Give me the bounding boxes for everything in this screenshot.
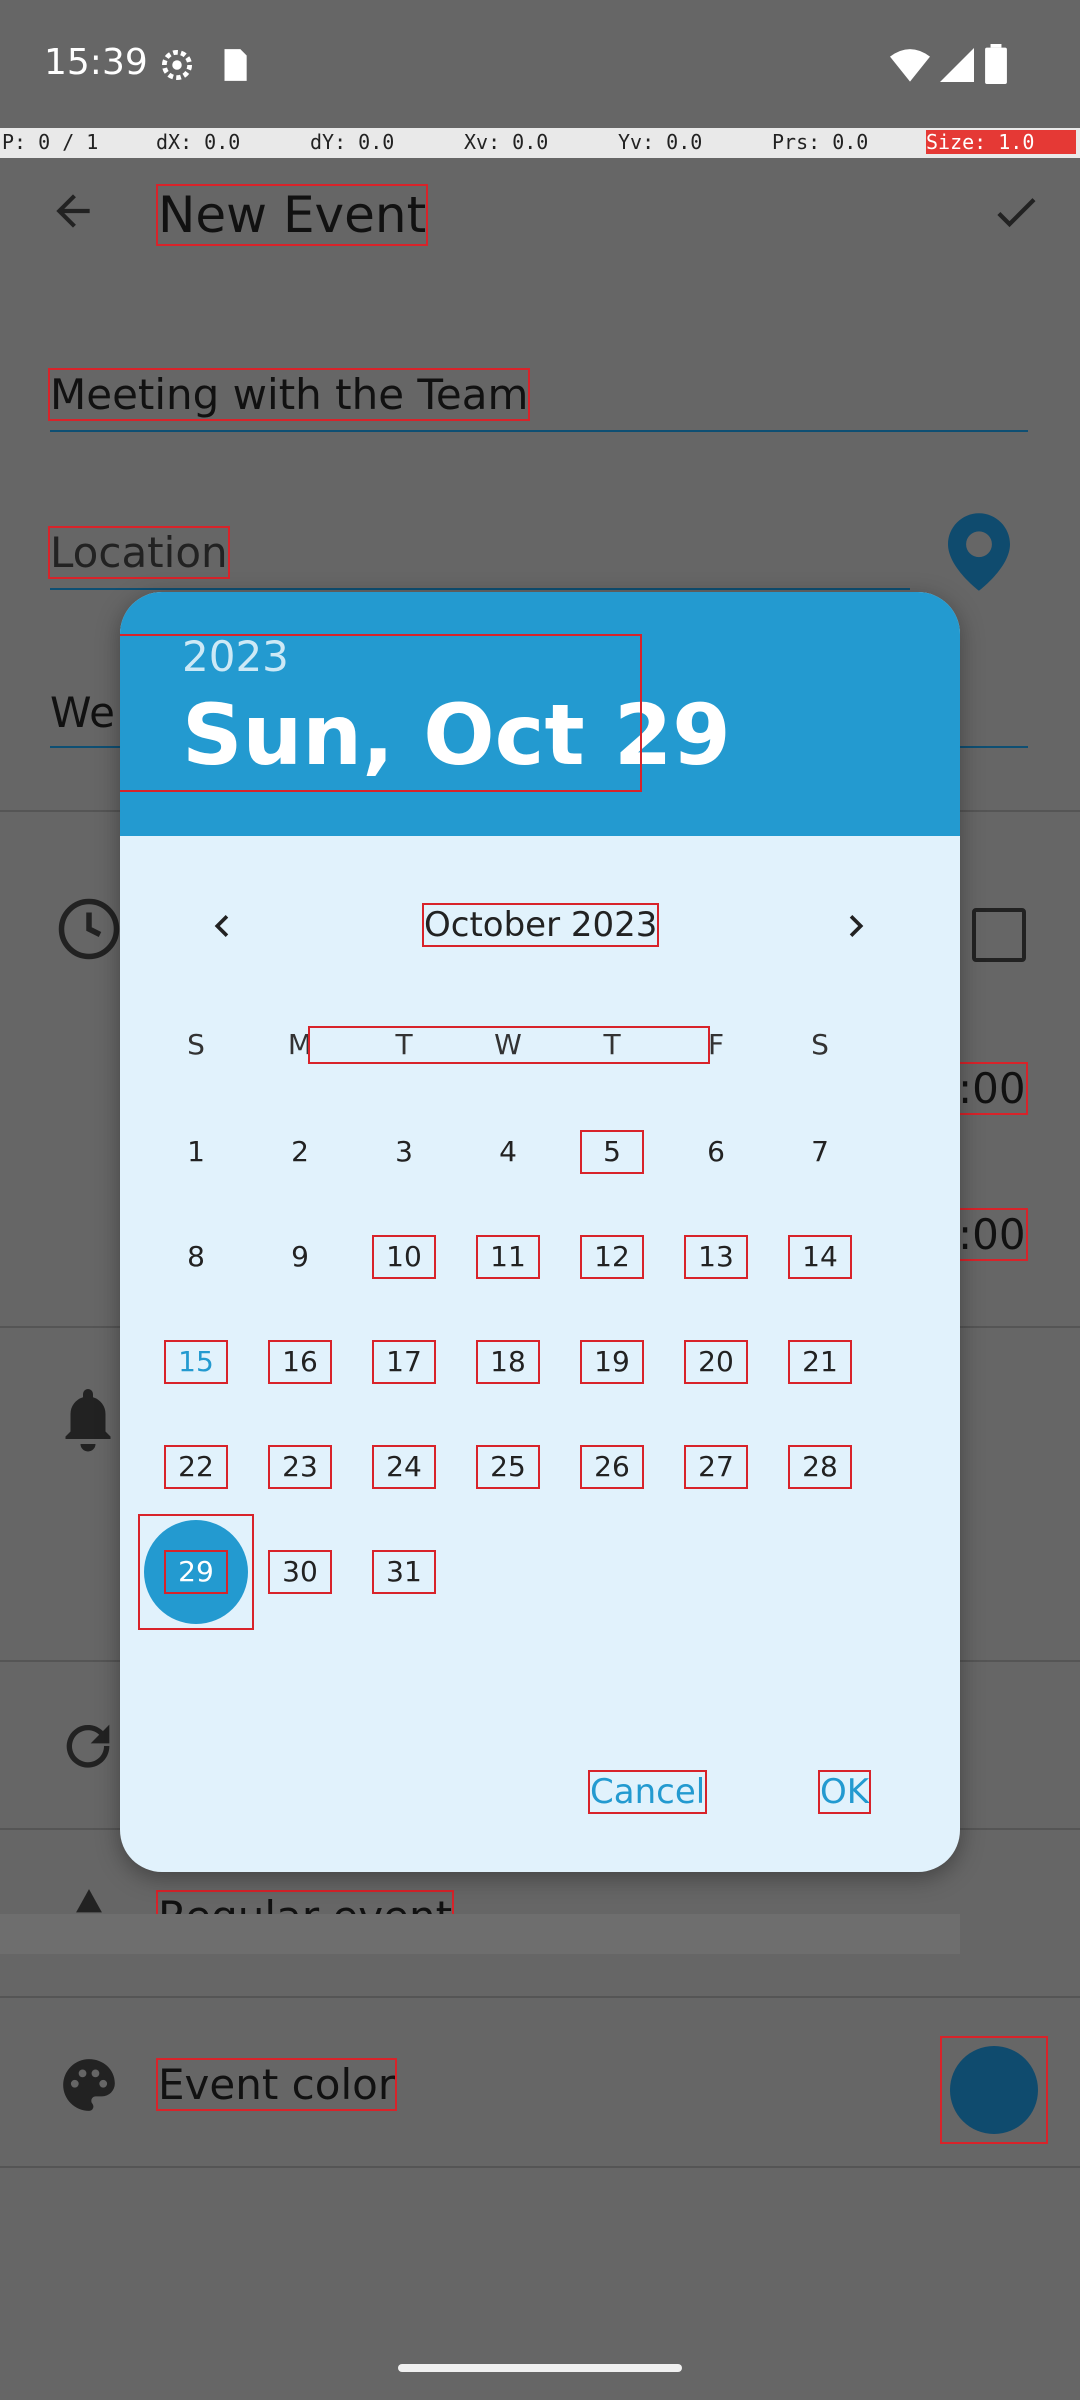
calendar-day-8[interactable]: 8 xyxy=(166,1237,226,1277)
chevron-right-icon xyxy=(849,915,864,937)
month-label: October 2023 xyxy=(421,903,660,947)
repeat-icon xyxy=(56,1714,120,1782)
next-month-button[interactable] xyxy=(834,904,878,948)
calendar-day-11[interactable]: 11 xyxy=(476,1235,540,1279)
debug-dy: dY: 0.0 xyxy=(310,130,395,154)
clock-icon xyxy=(56,896,122,966)
location-field[interactable]: Location xyxy=(48,526,230,579)
weekday-label: S xyxy=(811,1028,829,1061)
page-title: New Event xyxy=(155,184,429,246)
event-color-swatch[interactable] xyxy=(940,2036,1048,2144)
location-underline xyxy=(50,588,910,590)
weekday-highlight xyxy=(308,1026,710,1064)
checkmark-icon xyxy=(997,198,1036,228)
save-button[interactable] xyxy=(990,186,1042,242)
settings-gear-icon xyxy=(158,46,196,88)
bell-icon xyxy=(58,1386,118,1456)
calendar-day-27[interactable]: 27 xyxy=(684,1445,748,1489)
calendar-day-7[interactable]: 7 xyxy=(790,1132,850,1172)
calendar-day-2[interactable]: 2 xyxy=(270,1132,330,1172)
map-pin-icon[interactable] xyxy=(948,512,1010,596)
description-field[interactable]: We xyxy=(50,688,115,737)
home-gesture-bar[interactable] xyxy=(398,2364,682,2372)
header-highlight xyxy=(120,634,642,792)
all-day-checkbox[interactable] xyxy=(972,908,1026,962)
calendar-day-15[interactable]: 15 xyxy=(164,1340,228,1384)
calendar-day-21[interactable]: 21 xyxy=(788,1340,852,1384)
calendar-day-6[interactable]: 6 xyxy=(686,1132,746,1172)
arrow-back-icon xyxy=(56,194,90,228)
signal-icon xyxy=(940,48,974,86)
previous-month-button[interactable] xyxy=(200,904,244,948)
debug-size: Size: 1.0 xyxy=(926,130,1076,154)
divider xyxy=(0,2166,1080,2168)
chevron-left-icon xyxy=(214,915,229,937)
sd-card-icon xyxy=(218,46,250,88)
cancel-button[interactable]: Cancel xyxy=(587,1770,708,1814)
calendar-day-29[interactable]: 29 xyxy=(164,1550,228,1594)
calendar-day-25[interactable]: 25 xyxy=(476,1445,540,1489)
calendar-day-14[interactable]: 14 xyxy=(788,1235,852,1279)
event-type-row-bg xyxy=(0,1914,960,1954)
debug-p: P: 0 / 1 xyxy=(2,130,99,154)
calendar-day-31[interactable]: 31 xyxy=(372,1550,436,1594)
event-title-field[interactable]: Meeting with the Team xyxy=(47,368,531,421)
calendar-day-26[interactable]: 26 xyxy=(580,1445,644,1489)
calendar-day-28[interactable]: 28 xyxy=(788,1445,852,1489)
calendar-day-13[interactable]: 13 xyxy=(684,1235,748,1279)
battery-icon xyxy=(985,44,1007,88)
calendar-day-30[interactable]: 30 xyxy=(268,1550,332,1594)
wifi-icon xyxy=(890,48,930,86)
event-color-label: Event color xyxy=(155,2058,398,2111)
calendar-day-24[interactable]: 24 xyxy=(372,1445,436,1489)
start-time[interactable]: :00 xyxy=(956,1062,1028,1115)
back-button[interactable] xyxy=(48,186,98,240)
debug-xv: Xv: 0.0 xyxy=(464,130,549,154)
calendar-day-18[interactable]: 18 xyxy=(476,1340,540,1384)
ok-button[interactable]: OK xyxy=(817,1770,872,1814)
calendar-day-20[interactable]: 20 xyxy=(684,1340,748,1384)
calendar-day-22[interactable]: 22 xyxy=(164,1445,228,1489)
date-picker-dialog: 2023 Sun, Oct 29 October 2023 SMTWTFS 12… xyxy=(120,592,960,1872)
calendar-day-23[interactable]: 23 xyxy=(268,1445,332,1489)
debug-dx: dX: 0.0 xyxy=(156,130,241,154)
divider xyxy=(0,1996,1080,1998)
calendar-day-12[interactable]: 12 xyxy=(580,1235,644,1279)
calendar-day-17[interactable]: 17 xyxy=(372,1340,436,1384)
debug-prs: Prs: 0.0 xyxy=(772,130,869,154)
title-underline xyxy=(50,430,1028,432)
weekday-label: S xyxy=(187,1028,205,1061)
debug-yv: Yv: 0.0 xyxy=(618,130,703,154)
status-time: 15:39 xyxy=(44,42,148,83)
calendar-day-19[interactable]: 19 xyxy=(580,1340,644,1384)
calendar-day-3[interactable]: 3 xyxy=(374,1132,434,1172)
end-time[interactable]: :00 xyxy=(956,1208,1028,1261)
calendar-day-9[interactable]: 9 xyxy=(270,1237,330,1277)
calendar-day-5[interactable]: 5 xyxy=(580,1130,644,1174)
calendar-day-1[interactable]: 1 xyxy=(166,1132,226,1172)
calendar-day-16[interactable]: 16 xyxy=(268,1340,332,1384)
palette-icon xyxy=(58,2054,120,2120)
calendar-day-10[interactable]: 10 xyxy=(372,1235,436,1279)
calendar-day-4[interactable]: 4 xyxy=(478,1132,538,1172)
pointer-debug-bar: P: 0 / 1 dX: 0.0 dY: 0.0 Xv: 0.0 Yv: 0.0… xyxy=(0,128,1080,158)
